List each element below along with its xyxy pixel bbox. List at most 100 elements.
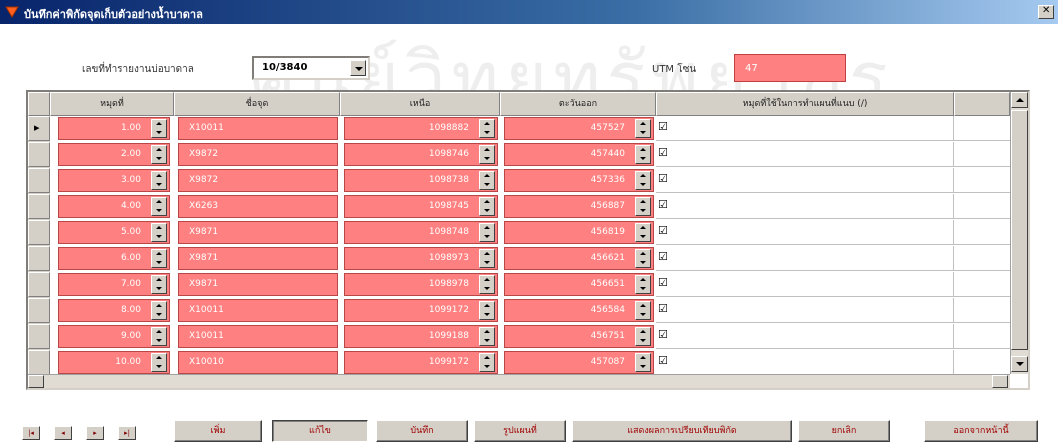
spinner-icon[interactable] xyxy=(635,249,651,268)
spinner-icon[interactable] xyxy=(151,171,167,190)
spinner-icon[interactable] xyxy=(635,171,651,190)
cell-east[interactable]: 457087 xyxy=(504,351,654,374)
cell-east[interactable]: 457336 xyxy=(504,169,654,192)
spinner-icon[interactable] xyxy=(635,223,651,242)
checkbox-icon[interactable]: ☑ xyxy=(658,276,668,289)
vertical-scrollbar[interactable] xyxy=(1010,92,1028,374)
close-window-button[interactable] xyxy=(1038,5,1054,19)
nav-prev-button[interactable]: ◂ xyxy=(54,426,72,440)
cell-check[interactable]: ☑ xyxy=(656,246,954,271)
save-button[interactable]: บันทึก xyxy=(376,420,468,442)
spinner-icon[interactable] xyxy=(479,223,495,242)
cell-no[interactable]: 10.00 xyxy=(58,351,170,374)
spinner-icon[interactable] xyxy=(479,171,495,190)
spinner-icon[interactable] xyxy=(151,145,167,164)
spinner-icon[interactable] xyxy=(635,275,651,294)
cell-east[interactable]: 456584 xyxy=(504,299,654,322)
spinner-icon[interactable] xyxy=(479,353,495,372)
row-indicator[interactable] xyxy=(28,272,50,297)
spinner-icon[interactable] xyxy=(151,119,167,138)
spinner-icon[interactable] xyxy=(151,301,167,320)
cell-north[interactable]: 1098746 xyxy=(344,143,498,166)
spinner-icon[interactable] xyxy=(151,353,167,372)
compare-report-button[interactable]: แสดงผลการเปรียบเทียบพิกัด xyxy=(572,420,792,442)
cancel-button[interactable]: ยกเลิก xyxy=(798,420,890,442)
cell-name[interactable]: X9871 xyxy=(178,247,338,270)
spinner-icon[interactable] xyxy=(635,145,651,164)
exit-button[interactable]: ออกจากหน้านี้ xyxy=(924,420,1038,442)
spinner-icon[interactable] xyxy=(479,197,495,216)
cell-no[interactable]: 6.00 xyxy=(58,247,170,270)
column-header-no[interactable]: หมุดที่ xyxy=(50,92,174,116)
checkbox-icon[interactable]: ☑ xyxy=(658,328,668,341)
cell-north[interactable]: 1099172 xyxy=(344,299,498,322)
current-row-indicator[interactable] xyxy=(28,116,50,141)
cell-name[interactable]: X9872 xyxy=(178,143,338,166)
chevron-down-icon[interactable] xyxy=(350,60,366,76)
cell-north[interactable]: 1098748 xyxy=(344,221,498,244)
cell-check[interactable]: ☑ xyxy=(656,324,954,349)
cell-east[interactable]: 457527 xyxy=(504,117,654,140)
cell-north[interactable]: 1098973 xyxy=(344,247,498,270)
cell-name[interactable]: X6263 xyxy=(178,195,338,218)
column-header-check[interactable]: หมุดที่ใช้ในการทำแผนที่แนบ (/) xyxy=(656,92,954,116)
scroll-thumb[interactable] xyxy=(1011,110,1028,350)
cell-name[interactable]: X9871 xyxy=(178,273,338,296)
add-button[interactable]: เพิ่ม xyxy=(174,420,262,442)
checkbox-icon[interactable]: ☑ xyxy=(658,224,668,237)
row-indicator[interactable] xyxy=(28,324,50,349)
cell-name[interactable]: X9872 xyxy=(178,169,338,192)
spinner-icon[interactable] xyxy=(479,249,495,268)
nav-first-button[interactable]: |◂ xyxy=(22,426,40,440)
horizontal-scrollbar[interactable] xyxy=(28,374,1010,388)
cell-check[interactable]: ☑ xyxy=(656,220,954,245)
cell-no[interactable]: 7.00 xyxy=(58,273,170,296)
spinner-icon[interactable] xyxy=(151,197,167,216)
row-indicator[interactable] xyxy=(28,246,50,271)
utm-input[interactable]: 47 xyxy=(734,54,846,82)
cell-north[interactable]: 1098738 xyxy=(344,169,498,192)
row-indicator[interactable] xyxy=(28,142,50,167)
cell-east[interactable]: 456651 xyxy=(504,273,654,296)
spinner-icon[interactable] xyxy=(479,327,495,346)
spinner-icon[interactable] xyxy=(635,353,651,372)
spinner-icon[interactable] xyxy=(635,327,651,346)
checkbox-icon[interactable]: ☑ xyxy=(658,146,668,159)
cell-no[interactable]: 8.00 xyxy=(58,299,170,322)
cell-check[interactable]: ☑ xyxy=(656,298,954,323)
checkbox-icon[interactable]: ☑ xyxy=(658,354,668,367)
cell-check[interactable]: ☑ xyxy=(656,350,954,375)
cell-check[interactable]: ☑ xyxy=(656,194,954,219)
column-header-north[interactable]: เหนือ xyxy=(340,92,500,116)
scroll-right-icon[interactable] xyxy=(992,375,1008,388)
cell-north[interactable]: 1098882 xyxy=(344,117,498,140)
cell-no[interactable]: 1.00 xyxy=(58,117,170,140)
cell-east[interactable]: 456621 xyxy=(504,247,654,270)
cell-check[interactable]: ☑ xyxy=(656,142,954,167)
spinner-icon[interactable] xyxy=(635,197,651,216)
checkbox-icon[interactable]: ☑ xyxy=(658,250,668,263)
spinner-icon[interactable] xyxy=(635,119,651,138)
cell-north[interactable]: 1099188 xyxy=(344,325,498,348)
column-header-name[interactable]: ชื่อจุด xyxy=(174,92,340,116)
cell-east[interactable]: 456887 xyxy=(504,195,654,218)
row-indicator[interactable] xyxy=(28,168,50,193)
cell-check[interactable]: ☑ xyxy=(656,168,954,193)
spinner-icon[interactable] xyxy=(479,145,495,164)
spinner-icon[interactable] xyxy=(635,301,651,320)
spinner-icon[interactable] xyxy=(151,249,167,268)
cell-north[interactable]: 1098978 xyxy=(344,273,498,296)
spinner-icon[interactable] xyxy=(479,301,495,320)
edit-button[interactable]: แก้ไข xyxy=(272,420,368,442)
nav-next-button[interactable]: ▸ xyxy=(86,426,104,440)
cell-check[interactable]: ☑ xyxy=(656,116,954,141)
cell-north[interactable]: 1099172 xyxy=(344,351,498,374)
row-indicator[interactable] xyxy=(28,350,50,375)
scroll-left-icon[interactable] xyxy=(28,375,44,388)
checkbox-icon[interactable]: ☑ xyxy=(658,120,668,133)
cell-name[interactable]: X10010 xyxy=(178,351,338,374)
cell-no[interactable]: 5.00 xyxy=(58,221,170,244)
cell-east[interactable]: 457440 xyxy=(504,143,654,166)
spinner-icon[interactable] xyxy=(151,275,167,294)
cell-check[interactable]: ☑ xyxy=(656,272,954,297)
